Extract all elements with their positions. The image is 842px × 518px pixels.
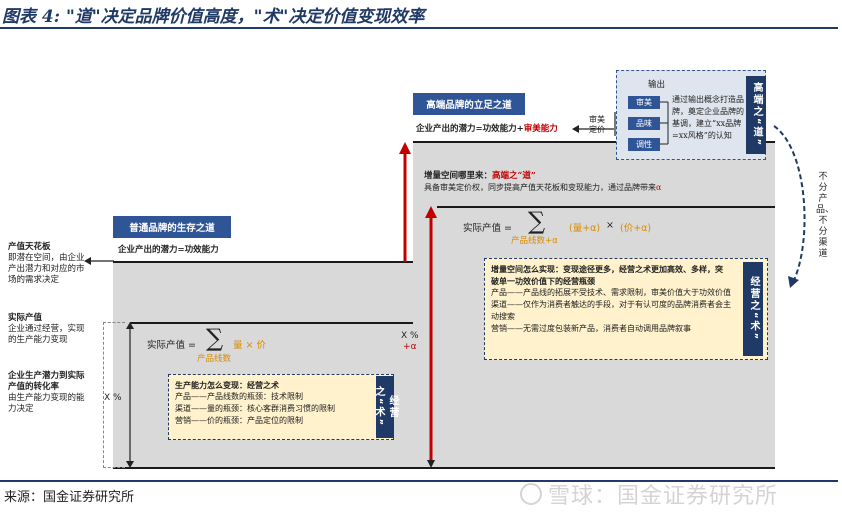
figure-title: 图表 4: "道"决定品牌价值高度，"术"决定价值变现效率 [2,7,425,27]
ceiling-note-head: 产值天花板 [8,242,51,252]
ceiling-note: 产值天花板 即潜在空间，由企业产出潜力和对应的市场的需求决定 [8,242,86,286]
output-badge: 高端之“道” [746,76,766,154]
actual-note-head: 实际产值 [8,313,43,323]
right-rate-alpha: +α [403,342,417,352]
growth-body: 具备审美定价权，同步提高产值天花板和变现能力，通过品牌带来α [424,182,661,193]
title-rule [0,27,838,29]
actual-note-body: 企业通过经营，实现的生产能力变现 [8,324,85,345]
right-box-head: 增量空间怎么实现：变现途径更多，经营之术更加高效、多样，突破单一功效价值下的经营… [491,264,723,286]
left-rate-label: X % [104,393,122,403]
left-operation-badge: 经营之“术” [373,376,398,438]
bottom-base-line [113,467,775,469]
left-box-head: 生产能力怎么变现：经营之术 [175,380,279,390]
left-rate-arrow [126,322,134,468]
growth-head-highlight: 高端之“道” [492,171,536,181]
left-operation-box: 生产能力怎么变现：经营之术 产品——产品线数的瓶颈：技术限制 渠道——量的瓶颈：… [168,374,394,440]
output-item-taste: 品味 [628,117,660,130]
left-formula-label: 实际产值 = [147,340,196,351]
right-formula-label: 实际产值 = [463,223,512,234]
right-formula-times: × [606,220,614,231]
output-item-aesthetic: 审美 [628,96,660,109]
rate-note-head: 企业生产潜力到实际产值的转化率 [8,371,85,392]
right-rate-label: X % +α [401,331,419,353]
curved-flow-arrow [773,125,806,288]
right-side-note: 不分产品、不分渠道 [816,172,835,259]
output-box-title: 输出 [648,80,666,90]
right-formula-term-a: (量+α) [569,223,601,234]
right-sum-symbol: ∑ [528,207,546,235]
right-operation-box: 增量空间怎么实现：变现途径更多，经营之术更加高效、多样，突破单一功效价值下的经营… [484,258,768,360]
right-formula-term-b: (价+α) [620,223,652,234]
left-sum-symbol: ∑ [206,324,224,352]
ceiling-raise-arrow [399,142,411,262]
left-dash-bottom [103,467,125,468]
right-potential-base: 企业产出的潜力=功效能力+ [416,124,524,134]
right-box-line-1: 产品——产品线的拓展不受技术、需求限制，审美价值大于功效价值 [491,288,731,297]
left-formula-sub: 产品线数 [197,354,232,364]
right-box-line-3: 营销——无需过度包装新产品，消费者自动调用品牌叙事 [491,324,691,333]
left-panel-title: 普通品牌的生存之道 [113,216,231,238]
growth-head-label: 增量空间哪里来： [424,171,493,181]
ceiling-pointer-arrow [84,257,114,265]
right-potential: 企业产出的潜力=功效能力+审美能力 [416,122,558,134]
left-dash-top [103,322,125,323]
left-box-line-3: 营销——价的瓶颈：产品定位的限制 [175,416,303,425]
aesthetic-pricing-arrow [572,125,614,133]
right-actual-line [437,206,775,208]
output-item-tone: 调性 [628,138,660,151]
right-panel-title: 高端品牌的立足之道 [413,93,525,115]
actual-note: 实际产值 企业通过经营，实现的生产能力变现 [8,313,86,346]
growth-body-alpha: α [656,183,662,192]
watermark-logo-icon [520,483,542,505]
right-formula-sub: 产品线数+α [511,236,558,246]
left-formula-term: 量 × 价 [233,340,266,351]
source-note: 来源：国金证券研究所 [4,490,135,505]
growth-head: 增量空间哪里来：高端之“道” [424,169,536,181]
rate-note-body: 由生产能力变现的能力决定 [8,393,85,414]
left-box-line-2: 渠道——量的瓶颈：核心客群消费习惯的限制 [175,404,335,413]
left-box-line-1: 产品——产品线数的瓶颈：技术限制 [175,392,303,401]
ceiling-note-body: 即潜在空间，由企业产出潜力和对应的市场的需求决定 [8,253,85,285]
watermark: 雪球：国金证券研究所 [548,484,779,509]
rate-note: 企业生产潜力到实际产值的转化率 由生产能力变现的能力决定 [8,371,86,415]
right-rate-arrow [425,206,437,468]
left-dash-vertical [103,322,104,468]
growth-body-text: 具备审美定价权，同步提高产值天花板和变现能力，通过品牌带来 [424,183,656,192]
left-actual-line [130,322,413,324]
left-ceiling-line [113,261,413,263]
right-rate-x: X % [401,331,419,341]
right-box-line-2: 渠道——仅作为消费者触达的手段，对于有认可度的品牌消费者会主动搜索 [491,300,731,321]
output-box-text: 通过输出概念打造品牌，奠定企业品牌的基调，建立“xx品牌=xx风格”的认知 [672,95,744,140]
right-operation-badge: 经营之“术” [743,262,763,356]
left-potential: 企业产出的潜力=功效能力 [118,245,219,255]
right-potential-aesthetic: 审美能力 [523,124,558,134]
